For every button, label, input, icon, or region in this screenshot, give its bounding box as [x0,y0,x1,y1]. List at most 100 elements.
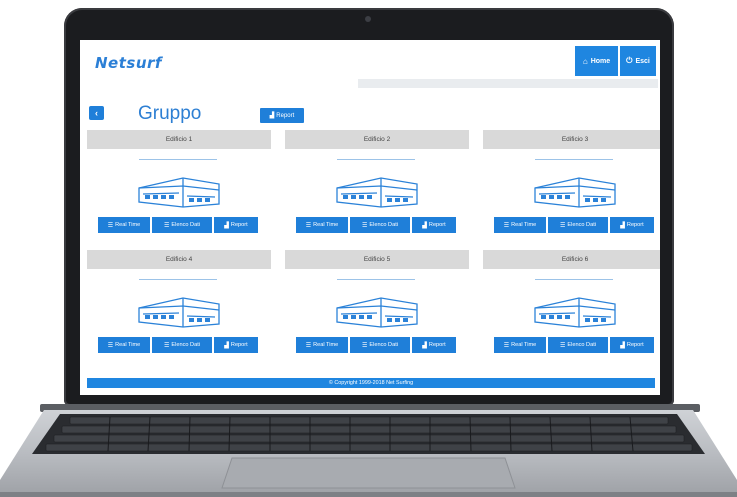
exit-button[interactable]: ⏻ Esci [620,46,656,76]
list-icon: ☰ [164,342,170,349]
card-actions: ☰ Real Time ☰ Elenco Dati ▟ Report [98,337,258,353]
realtime-label: Real Time [511,222,537,228]
elenco-dati-label: Elenco Dati [171,222,200,228]
card-actions: ☰ Real Time ☰ Elenco Dati ▟ Report [494,217,654,233]
building-image [137,174,221,208]
realtime-button[interactable]: ☰ Real Time [494,337,546,353]
card-title: Edificio 2 [285,130,469,149]
keyboard-illustration [0,410,737,497]
home-icon: ⌂ [582,56,588,66]
title-row: ‹ Gruppo ▟ Report [80,100,660,126]
card-actions: ☰ Real Time ☰ Elenco Dati ▟ Report [296,337,456,353]
building-card: Edificio 6 ☰ Real Time ☰ Elenco Dati ▟ Report [483,250,660,374]
netsurf-logo[interactable]: Netsurf [95,54,162,72]
list-icon: ☰ [164,222,170,229]
report-label: Report [230,222,248,228]
report-button[interactable]: ▟ Report [610,337,654,353]
building-icon [138,297,220,328]
report-button[interactable]: ▟ Report [214,217,258,233]
card-actions: ☰ Real Time ☰ Elenco Dati ▟ Report [494,337,654,353]
elenco-dati-button[interactable]: ☰ Elenco Dati [548,337,608,353]
home-label: Home [590,57,611,65]
list-icon: ☰ [362,222,368,229]
webcam [365,16,371,22]
building-card: Edificio 2 ☰ Real Time ☰ Elenco Dati ▟ Report [285,130,469,254]
report-label: Report [626,342,644,348]
building-card: Edificio 3 ☰ Real Time ☰ Elenco Dati ▟ Report [483,130,660,254]
laptop-keyboard-deck [0,410,737,497]
card-title: Edificio 4 [87,250,271,269]
list-icon: ☰ [305,342,312,349]
report-button[interactable]: ▟ Report [610,217,654,233]
building-card: Edificio 1 ☰ Real Time ☰ Elenco Dati ▟ Report [87,130,271,254]
card-title: Edificio 1 [87,130,271,149]
building-image [137,294,221,328]
realtime-label: Real Time [313,342,339,348]
card-title: Edificio 3 [483,130,660,149]
realtime-label: Real Time [511,342,537,348]
realtime-label: Real Time [115,342,141,348]
building-icon [534,297,616,328]
report-label: Report [230,342,248,348]
report-label: Report [626,222,644,228]
page-title: Gruppo [138,103,202,124]
realtime-button[interactable]: ☰ Real Time [494,217,546,233]
elenco-dati-button[interactable]: ☰ Elenco Dati [152,337,212,353]
card-divider [337,279,415,280]
report-button[interactable]: ▟ Report [412,337,456,353]
bar-chart-icon: ▟ [269,113,275,119]
report-label: Report [428,222,446,228]
elenco-dati-button[interactable]: ☰ Elenco Dati [350,217,410,233]
elenco-dati-label: Elenco Dati [567,222,596,228]
card-title: Edificio 5 [285,250,469,269]
realtime-label: Real Time [115,222,141,228]
bar-chart-icon: ▟ [422,342,427,349]
elenco-dati-label: Elenco Dati [369,342,398,348]
realtime-label: Real Time [313,222,339,228]
bar-chart-icon: ▟ [422,222,427,229]
building-card: Edificio 4 ☰ Real Time ☰ Elenco Dati ▟ Report [87,250,271,374]
realtime-button[interactable]: ☰ Real Time [98,217,150,233]
building-image [335,174,419,208]
list-icon: ☰ [107,222,114,229]
card-divider [139,279,217,280]
realtime-button[interactable]: ☰ Real Time [98,337,150,353]
card-actions: ☰ Real Time ☰ Elenco Dati ▟ Report [296,217,456,233]
exit-label: Esci [635,57,650,65]
bar-chart-icon: ▟ [620,222,625,229]
list-icon: ☰ [503,222,510,229]
list-icon: ☰ [503,342,510,349]
back-button[interactable]: ‹ [89,106,104,120]
card-divider [337,159,415,160]
home-button[interactable]: ⌂ Home [575,46,618,76]
list-icon: ☰ [560,342,566,349]
bar-chart-icon: ▟ [224,222,229,229]
footer: © Copyright 1999-2018 Net Surfing [87,378,655,388]
realtime-button[interactable]: ☰ Real Time [296,217,348,233]
top-bar: Netsurf ⌂ Home ⏻ Esci [80,40,660,88]
card-divider [535,159,613,160]
building-image [533,294,617,328]
card-divider [535,279,613,280]
report-button[interactable]: ▟ Report [214,337,258,353]
elenco-dati-button[interactable]: ☰ Elenco Dati [548,217,608,233]
report-label: Report [428,342,446,348]
building-icon [336,297,418,328]
report-button[interactable]: ▟ Report [412,217,456,233]
elenco-dati-label: Elenco Dati [171,342,200,348]
bar-chart-icon: ▟ [224,342,229,349]
list-icon: ☰ [362,342,368,349]
laptop-scene: Netsurf ⌂ Home ⏻ Esci ‹ Gruppo ▟ Report … [0,0,737,497]
header-strip [358,79,658,88]
card-divider [139,159,217,160]
elenco-dati-button[interactable]: ☰ Elenco Dati [350,337,410,353]
chevron-left-icon: ‹ [95,108,98,118]
list-icon: ☰ [107,342,114,349]
elenco-dati-label: Elenco Dati [567,342,596,348]
building-image [335,294,419,328]
elenco-dati-button[interactable]: ☰ Elenco Dati [152,217,212,233]
group-report-label: Report [276,112,295,119]
group-report-button[interactable]: ▟ Report [260,108,304,123]
power-icon: ⏻ [626,56,633,65]
realtime-button[interactable]: ☰ Real Time [296,337,348,353]
